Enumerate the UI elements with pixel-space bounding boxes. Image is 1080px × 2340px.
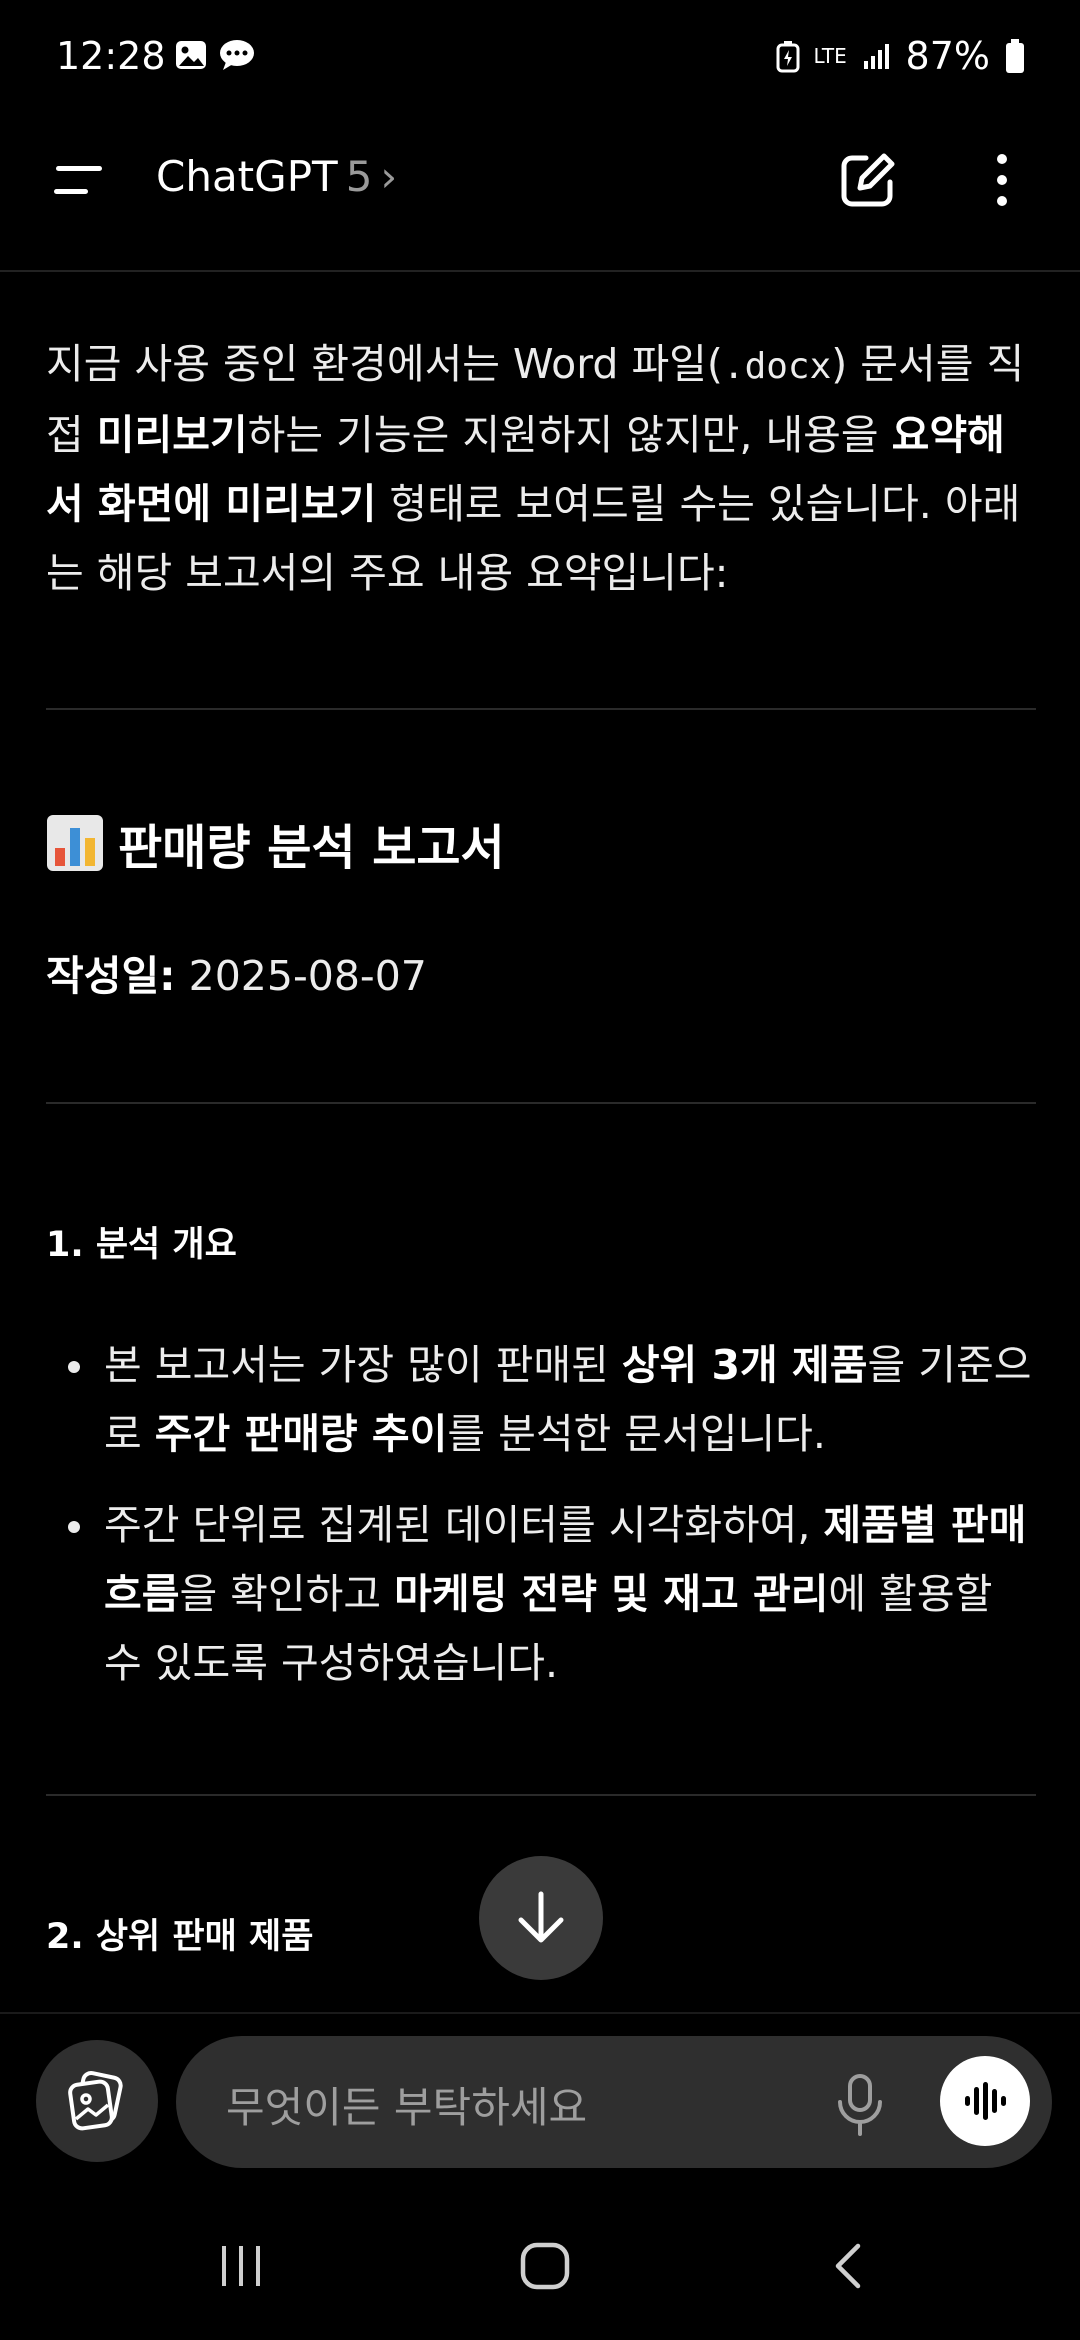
model-version: 5	[345, 152, 373, 201]
bar-chart-icon	[47, 815, 103, 871]
report-heading: 판매량 분석 보고서	[46, 808, 1036, 878]
message-input-placeholder[interactable]: 무엇이든 부탁하세요	[226, 2074, 587, 2135]
assistant-message: 지금 사용 중인 환경에서는 Word 파일(.docx) 문서를 직접 미리보…	[46, 330, 1036, 1959]
battery-percent: 87%	[905, 34, 990, 78]
menu-icon[interactable]	[50, 162, 106, 198]
attach-button[interactable]	[36, 2040, 158, 2162]
recent-apps-icon[interactable]	[216, 2240, 266, 2292]
divider	[46, 1794, 1036, 1796]
battery-saver-icon	[776, 41, 800, 73]
new-chat-edit-icon[interactable]	[838, 150, 898, 210]
battery-icon	[1006, 39, 1024, 73]
gallery-icon	[176, 41, 206, 69]
status-time: 12:28	[56, 34, 166, 78]
report-date: 작성일: 2025-08-07	[46, 942, 1036, 1002]
date-label: 작성일:	[46, 952, 176, 1000]
attach-image-icon	[68, 2071, 123, 2131]
scroll-to-bottom-button[interactable]	[479, 1856, 603, 1980]
chevron-right-icon: ›	[380, 152, 398, 201]
voice-waveform-icon	[965, 2082, 1006, 2120]
arrow-down-icon	[518, 1891, 564, 1943]
list-item: 주간 단위로 집계된 데이터를 시각화하여, 제품별 판매 흐름을 확인하고 마…	[46, 1491, 1036, 1698]
composer-divider	[0, 2012, 1080, 2014]
overview-list: 본 보고서는 가장 많이 판매된 상위 3개 제품을 기준으로 주간 판매량 추…	[46, 1331, 1036, 1698]
divider	[46, 1102, 1036, 1104]
network-type: LTE	[813, 44, 847, 68]
divider	[46, 708, 1036, 710]
status-notification-icons	[174, 38, 256, 72]
section-1-title: 1. 분석 개요	[46, 1225, 237, 1265]
more-vertical-icon[interactable]	[990, 152, 1014, 208]
signal-icon	[863, 44, 889, 69]
back-icon[interactable]	[826, 2240, 870, 2292]
model-selector[interactable]: ChatGPT 5 ›	[156, 152, 397, 201]
chat-bubble-icon	[220, 40, 254, 70]
voice-mode-button[interactable]	[940, 2056, 1030, 2146]
app-title: ChatGPT	[156, 152, 338, 201]
mic-icon[interactable]	[832, 2072, 888, 2138]
appbar-divider	[0, 270, 1080, 272]
date-value: 2025-08-07	[188, 952, 427, 1000]
intro-paragraph: 지금 사용 중인 환경에서는 Word 파일(.docx) 문서를 직접 미리보…	[46, 340, 1025, 597]
list-item: 본 보고서는 가장 많이 판매된 상위 3개 제품을 기준으로 주간 판매량 추…	[46, 1331, 1036, 1469]
status-right: LTE 87%	[776, 34, 1026, 78]
report-title: 판매량 분석 보고서	[118, 820, 505, 876]
home-icon[interactable]	[518, 2240, 572, 2292]
